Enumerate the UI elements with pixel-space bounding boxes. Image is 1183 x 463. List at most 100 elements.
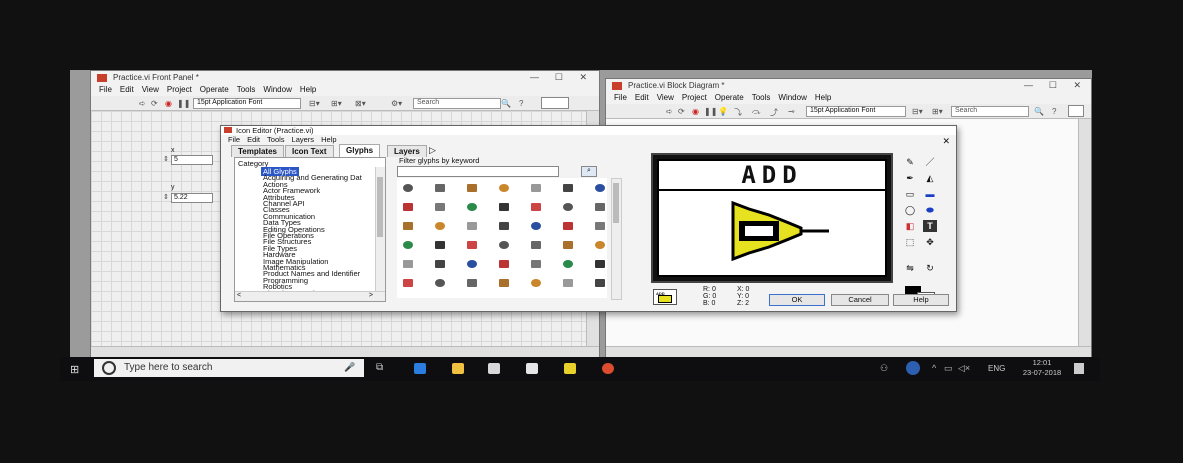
edge-browser-icon[interactable] [414,363,426,374]
menu-item-help[interactable]: Help [815,93,831,102]
volume-icon[interactable]: ◁× [958,363,970,374]
numeric-control-y[interactable]: 5.22 [171,193,213,203]
vi-connector-icon[interactable] [541,97,569,109]
glyph-item-icon[interactable] [563,222,573,230]
glyph-item-icon[interactable] [403,222,413,230]
tab-templates[interactable]: Templates [231,145,284,157]
antivirus-icon[interactable] [906,361,920,375]
menu-item-edit[interactable]: Edit [120,85,134,94]
scroll-right-icon[interactable]: > [369,292,373,299]
glyph-item-icon[interactable] [467,260,477,268]
glyph-item-icon[interactable] [563,184,573,192]
menu-item-file[interactable]: File [614,93,627,102]
filter-input[interactable] [397,166,559,177]
glyph-item-icon[interactable] [403,184,413,192]
notifications-icon[interactable] [1074,363,1084,374]
glyph-item-icon[interactable] [467,279,477,287]
labview-taskbar-icon[interactable] [564,363,576,374]
glyph-item-icon[interactable] [499,184,509,192]
cancel-button[interactable]: Cancel [831,294,889,306]
dropper-icon[interactable]: ✒ [903,172,917,184]
fill-bucket-icon[interactable]: ◭ [923,172,937,184]
step-into-icon[interactable]: ⤵ [734,107,742,118]
windows-start-icon[interactable]: ⊞ [70,363,79,376]
help-icon[interactable]: ? [1052,107,1056,116]
menu-item-file[interactable]: File [99,85,112,94]
glyph-item-icon[interactable] [595,184,605,192]
reorder-icon[interactable]: ⚙▾ [391,99,402,108]
step-over-icon[interactable]: ⤼ [752,107,761,117]
icon-preview-canvas[interactable]: ADD [651,153,893,283]
align-objects-icon[interactable]: ⊟▾ [912,107,923,116]
category-scrollbar[interactable] [375,167,385,291]
font-selector[interactable]: 15pt Application Font [806,106,906,117]
numeric-increment-icon[interactable]: ⇕ [163,155,169,163]
tab-glyphs[interactable]: Glyphs [339,144,381,157]
category-hscroll[interactable]: < > [235,291,385,301]
glyph-item-icon[interactable] [563,203,573,211]
glyph-item-icon[interactable] [435,203,445,211]
language-indicator[interactable]: ENG [988,364,1005,373]
glyph-item-icon[interactable] [467,222,477,230]
run-continuous-icon[interactable]: ⟳ [678,107,685,116]
glyph-item-icon[interactable] [531,222,541,230]
glyph-item-icon[interactable] [435,260,445,268]
menu-item-window[interactable]: Window [778,93,806,102]
glyph-item-icon[interactable] [467,184,477,192]
search-icon[interactable]: 🔍 [501,99,511,108]
minimize-button[interactable]: — [530,72,539,82]
icon-editor-titlebar[interactable]: Icon Editor (Practice.vi) [221,126,956,135]
select-icon[interactable]: ⬚ [903,236,917,248]
help-icon[interactable]: ? [519,99,523,108]
menu-item-tools[interactable]: Tools [267,135,285,144]
vertical-scrollbar[interactable] [1078,119,1091,347]
pause-icon[interactable]: ❚❚ [177,99,190,108]
run-arrow-icon[interactable]: ➪ [139,99,146,108]
network-icon[interactable]: ▭ [944,363,953,374]
filter-search-icon[interactable]: ⌕ [581,166,597,177]
step-out-icon[interactable]: ⤴ [770,107,778,118]
chrome-icon[interactable] [602,363,614,374]
distribute-objects-icon[interactable]: ⊞▾ [932,107,943,116]
glyph-item-icon[interactable] [595,222,605,230]
resize-objects-icon[interactable]: ⊠▾ [355,99,366,108]
scroll-thumb[interactable] [377,177,383,237]
run-continuous-icon[interactable]: ⟳ [151,99,158,108]
minimize-button[interactable]: — [1024,80,1033,90]
tab-icon-text[interactable]: Icon Text [285,145,334,157]
search-input[interactable]: Search [413,98,501,109]
glyph-item-icon[interactable] [435,184,445,192]
glyph-item-icon[interactable] [499,203,509,211]
retain-wire-values-icon[interactable]: ⊸ [788,107,795,116]
glyph-item-icon[interactable] [595,260,605,268]
store-icon[interactable] [488,363,500,374]
taskbar-search-box[interactable]: Type here to search 🎤 [94,359,364,377]
glyph-item-icon[interactable] [563,260,573,268]
maximize-button[interactable]: ☐ [555,72,563,83]
highlight-execution-icon[interactable]: 💡 [718,107,728,116]
glyph-item-icon[interactable] [499,241,509,249]
menu-item-project[interactable]: Project [682,93,707,102]
close-button[interactable]: ✕ [1073,80,1081,91]
abort-icon[interactable]: ◉ [692,107,699,116]
text-tool-icon[interactable]: T [923,220,937,232]
eraser-icon[interactable]: ◧ [903,220,917,232]
glyph-item-icon[interactable] [403,260,413,268]
task-view-icon[interactable]: ⧉ [376,362,383,373]
distribute-objects-icon[interactable]: ⊞▾ [331,99,342,108]
search-input[interactable]: Search [951,106,1029,117]
menu-item-edit[interactable]: Edit [247,135,260,144]
glyph-item-icon[interactable] [467,241,477,249]
numeric-increment-icon[interactable]: ⇕ [163,193,169,201]
menu-item-view[interactable]: View [657,93,674,102]
glyph-item-icon[interactable] [595,241,605,249]
menu-item-layers[interactable]: Layers [292,135,315,144]
scroll-thumb[interactable] [613,183,619,223]
people-icon[interactable]: ⚇ [880,363,888,374]
glyph-item-icon[interactable] [435,222,445,230]
file-explorer-icon[interactable] [452,363,464,374]
flip-horizontal-icon[interactable]: ⇋ [903,262,917,274]
glyph-item-icon[interactable] [403,279,413,287]
help-button[interactable]: Help [893,294,949,306]
menu-item-tools[interactable]: Tools [237,85,256,94]
